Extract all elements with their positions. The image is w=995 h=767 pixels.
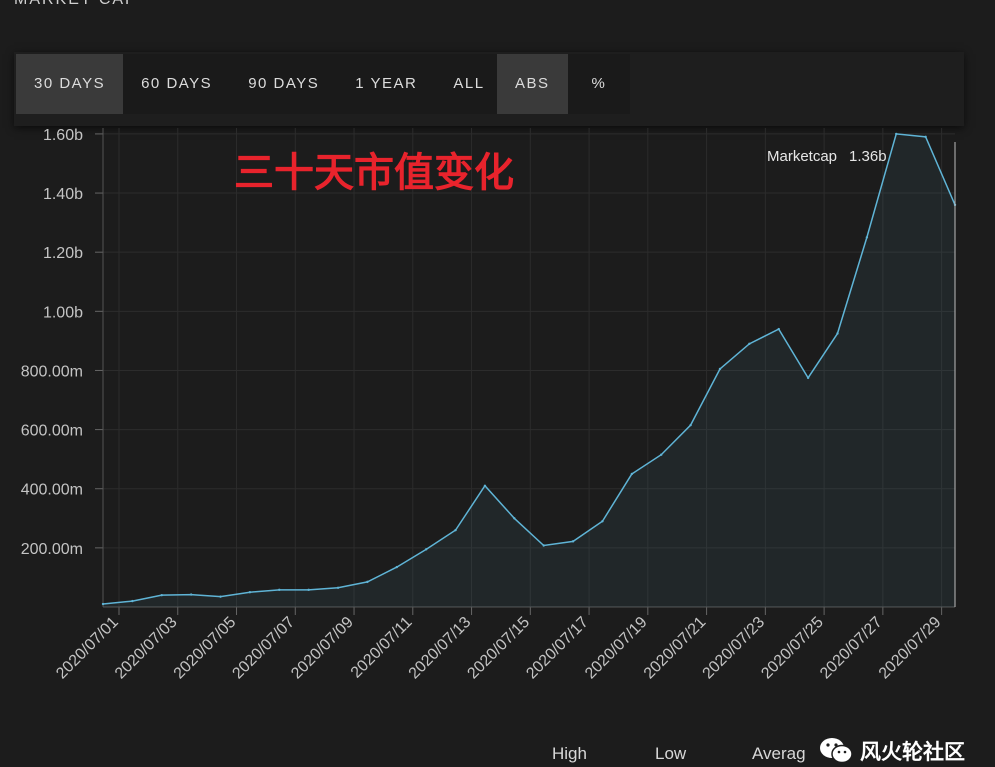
marketcap-point (748, 342, 751, 346)
y-tick-label: 200.00m (21, 541, 83, 558)
marketcap-point (806, 376, 810, 380)
y-tick-label: 1.60b (43, 128, 83, 144)
marketcap-point (307, 588, 310, 592)
marketcap-point (424, 548, 428, 551)
marketcap-point (865, 236, 869, 239)
marketcap-point (689, 423, 692, 427)
x-tick-label: 2020/07/09 (288, 614, 357, 683)
marketcap-point (454, 528, 457, 532)
tooltip-label: Marketcap (767, 148, 837, 165)
marketcap-point (101, 602, 105, 606)
range-60-days-button[interactable]: 60 DAYS (123, 54, 231, 114)
mode-percent-button[interactable]: % (567, 54, 631, 114)
section-title: MARKET CAP (14, 0, 138, 9)
wechat-icon (820, 738, 853, 764)
marketcap-point (483, 484, 487, 487)
x-tick-label: 2020/07/21 (641, 614, 710, 683)
marketcap-point (660, 453, 663, 456)
marketcap-point (366, 580, 369, 584)
range-1-year-button[interactable]: 1 YEAR (337, 54, 436, 114)
y-tick-label: 1.20b (43, 245, 83, 262)
marketcap-point (571, 540, 575, 543)
mode-abs-button[interactable]: ABS (497, 54, 568, 114)
range-30-days-button[interactable]: 30 DAYS (16, 54, 124, 114)
tooltip-value: 1.36b (849, 148, 887, 165)
marketcap-point (336, 586, 340, 589)
marketcap-point (160, 593, 163, 597)
watermark-text: 风火轮社区 (860, 741, 965, 764)
marketcap-chart[interactable]: 200.00m 400.00m 600.00m 800.00m 1.00b 1.20b 1.… (0, 128, 995, 738)
marketcap-point (513, 517, 516, 520)
x-tick-label: 2020/07/17 (523, 614, 592, 683)
range-90-days-button[interactable]: 90 DAYS (230, 54, 338, 114)
chart-annotation: 三十天市值变化 (234, 150, 514, 196)
marketcap-point (836, 332, 839, 335)
x-tick-label: 2020/07/01 (53, 614, 122, 683)
x-tick-label: 2020/07/23 (700, 614, 769, 683)
marketcap-point (601, 520, 604, 523)
marketcap-point (219, 595, 222, 598)
mode-button-group: ABS % (497, 54, 631, 114)
marketcap-point (895, 132, 898, 136)
y-tick-label: 400.00m (21, 482, 83, 499)
marketcap-point (542, 544, 545, 547)
x-tick-label: 2020/07/27 (817, 614, 886, 683)
x-tick-label: 2020/07/03 (112, 614, 181, 683)
marketcap-point (189, 593, 193, 596)
marketcap-point (777, 327, 780, 331)
legend-low-label: Low (655, 744, 687, 763)
x-tick-label: 2020/07/25 (758, 614, 827, 683)
legend-average-label: Averag (752, 744, 806, 763)
x-tick-label: 2020/07/15 (464, 614, 533, 683)
marketcap-point (924, 135, 927, 139)
marketcap-point (630, 472, 634, 476)
x-tick-label: 2020/07/29 (876, 614, 945, 683)
chart-toolbar: 30 DAYS 60 DAYS 90 DAYS 1 YEAR ALL ABS % (14, 52, 964, 126)
y-tick-label: 600.00m (21, 423, 83, 440)
x-tick-label: 2020/07/05 (171, 614, 240, 683)
y-tick-label: 800.00m (21, 363, 83, 380)
y-tick-label: 1.00b (43, 304, 83, 321)
y-tick-label: 1.40b (43, 186, 83, 203)
marketcap-point (395, 565, 398, 569)
watermark: 风火轮社区 (818, 735, 965, 767)
marketcap-point (131, 599, 134, 603)
x-tick-label: 2020/07/19 (582, 614, 651, 683)
legend-high-label: High (552, 744, 587, 763)
range-all-button[interactable]: ALL (435, 54, 503, 114)
range-button-group: 30 DAYS 60 DAYS 90 DAYS 1 YEAR ALL (16, 54, 503, 114)
x-tick-label: 2020/07/07 (229, 614, 298, 683)
marketcap-point (248, 591, 252, 594)
x-tick-label: 2020/07/13 (406, 614, 475, 683)
marketcap-point (718, 367, 722, 371)
marketcap-point (278, 588, 281, 592)
